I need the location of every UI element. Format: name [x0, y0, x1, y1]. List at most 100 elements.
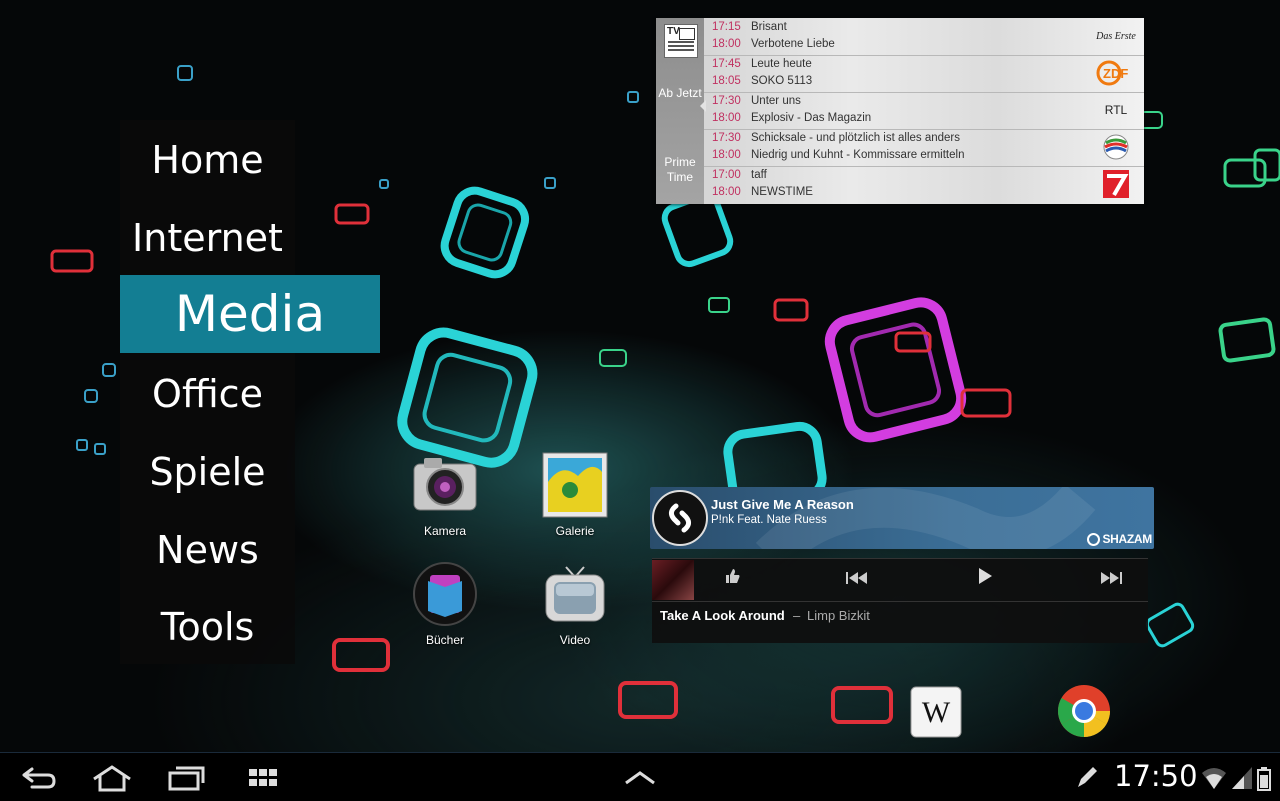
tv-show: Unter uns	[751, 95, 801, 107]
shazam-song-title: Just Give Me A Reason	[711, 497, 854, 512]
play-icon	[979, 568, 992, 584]
divider	[652, 601, 1148, 602]
wifi-icon	[1202, 768, 1226, 789]
menu-item-news[interactable]: News	[120, 515, 295, 585]
tv-show: Niedrig und Kuhnt - Kommissare ermitteln	[751, 149, 965, 161]
album-art[interactable]	[652, 560, 694, 600]
expand-up-button[interactable]	[620, 763, 664, 793]
tv-video-icon	[542, 561, 608, 627]
previous-icon	[846, 572, 867, 584]
tv-app-logo-icon[interactable]: TV	[664, 24, 698, 58]
app-label: Video	[559, 633, 591, 647]
grid-icon	[249, 769, 277, 786]
tv-show: Brisant	[751, 21, 787, 33]
back-button[interactable]	[18, 763, 62, 793]
tab-ab-jetzt[interactable]: Ab Jetzt	[656, 86, 704, 101]
app-kamera[interactable]: Kamera	[400, 452, 490, 538]
svg-text:ZDF: ZDF	[1103, 66, 1128, 81]
pen-icon	[1078, 767, 1097, 787]
tv-show: Leute heute	[751, 58, 812, 70]
prosieben-logo-icon	[1096, 170, 1136, 198]
tv-time: 17:15	[712, 21, 741, 33]
next-track-button[interactable]	[1096, 567, 1126, 593]
menu-item-home[interactable]: Home	[120, 125, 295, 195]
status-clock[interactable]: 17:50	[1114, 759, 1198, 793]
tab-prime-time[interactable]: Prime Time	[656, 155, 704, 185]
tv-time: 18:00	[712, 186, 741, 198]
svg-text:W: W	[922, 696, 951, 729]
tv-guide-sidebar: TV Ab Jetzt Prime Time	[656, 18, 704, 204]
tv-logo-text: TV	[667, 26, 680, 37]
tv-time: 18:00	[712, 149, 741, 161]
next-icon	[1101, 572, 1122, 584]
tv-time: 18:00	[712, 112, 741, 124]
tv-time: 17:30	[712, 95, 741, 107]
player-track-title: Take A Look Around	[660, 608, 785, 623]
wifi-status[interactable]	[1200, 763, 1230, 793]
shazam-song-artist: P!nk Feat. Nate Ruess	[711, 514, 827, 526]
menu-item-tools[interactable]: Tools	[120, 592, 295, 662]
sat1-logo-icon	[1096, 133, 1136, 161]
menu-item-internet[interactable]: Internet	[120, 203, 295, 273]
pen-button[interactable]	[1074, 763, 1102, 793]
home-button[interactable]	[90, 763, 134, 793]
thumbs-up-button[interactable]	[718, 567, 748, 593]
shazam-logo-icon[interactable]	[652, 490, 708, 546]
menu-item-office[interactable]: Office	[120, 359, 295, 429]
app-buecher[interactable]: Bücher	[400, 561, 490, 647]
tv-row[interactable]: 17:00 taff 18:00 NEWSTIME	[704, 166, 1144, 203]
tv-row[interactable]: 17:30 Unter uns 18:00 Explosiv - Das Magaz…	[704, 92, 1144, 130]
battery-status[interactable]	[1256, 763, 1276, 793]
recent-apps-icon	[168, 766, 205, 791]
tv-show: Verbotene Liebe	[751, 38, 835, 50]
tv-time: 17:45	[712, 58, 741, 70]
chrome-app[interactable]	[1056, 683, 1112, 743]
player-track-artist: Limp Bizkit	[807, 608, 870, 623]
tv-row[interactable]: 17:45 Leute heute 18:05 SOKO 5113 ZDF	[704, 55, 1144, 93]
tv-time: 17:00	[712, 169, 741, 181]
recent-apps-button[interactable]	[166, 763, 210, 793]
tv-row[interactable]: 17:15 Brisant 18:00 Verbotene Liebe Das Er…	[704, 18, 1144, 56]
tv-time: 18:05	[712, 75, 741, 87]
category-menu: Home Internet Media Office Spiele News T…	[120, 120, 380, 664]
signal-status[interactable]	[1230, 763, 1256, 793]
app-label: Galerie	[555, 524, 595, 538]
app-drawer-button[interactable]	[246, 763, 290, 793]
wikipedia-icon: W	[910, 686, 962, 738]
tv-guide-widget: TV Ab Jetzt Prime Time 17:15 Brisant 18:0…	[656, 18, 1144, 204]
camera-icon	[412, 452, 478, 518]
menu-item-media[interactable]: Media	[120, 275, 380, 353]
battery-icon	[1257, 767, 1271, 791]
tv-time: 17:30	[712, 132, 741, 144]
app-video[interactable]: Video	[530, 561, 620, 647]
menu-item-spiele[interactable]: Spiele	[120, 437, 295, 507]
previous-track-button[interactable]	[842, 567, 872, 593]
back-icon	[22, 767, 56, 789]
tv-time: 18:00	[712, 38, 741, 50]
shazam-brand: SHAZAM	[1087, 532, 1152, 546]
tv-show: taff	[751, 169, 767, 181]
tv-show: NEWSTIME	[751, 186, 813, 198]
home-icon	[93, 765, 131, 792]
tv-show: Explosiv - Das Magazin	[751, 112, 872, 124]
chrome-icon	[1058, 685, 1110, 737]
play-button[interactable]	[970, 567, 1000, 593]
gallery-icon	[542, 452, 608, 518]
system-navigation-bar: 17:50	[0, 752, 1280, 801]
zdf-logo-icon: ZDF	[1096, 59, 1136, 87]
chevron-up-icon	[625, 771, 655, 785]
signal-icon	[1232, 767, 1252, 789]
tv-show: SOKO 5113	[751, 75, 813, 87]
rtl-logo-icon: RTL	[1104, 103, 1128, 117]
shazam-widget[interactable]: Just Give Me A Reason P!nk Feat. Nate Ru…	[650, 487, 1154, 549]
books-icon	[412, 561, 478, 627]
app-label: Kamera	[423, 524, 467, 538]
thumbs-up-icon	[726, 569, 740, 583]
wikipedia-app[interactable]: W	[910, 686, 962, 742]
app-galerie[interactable]: Galerie	[530, 452, 620, 538]
player-separator: –	[793, 608, 801, 623]
tv-row[interactable]: 17:30 Schicksale - und plötzlich ist alle…	[704, 129, 1144, 167]
tv-show: Schicksale - und plötzlich ist alles and…	[751, 132, 961, 144]
app-label: Bücher	[425, 633, 465, 647]
music-player-widget: Take A Look Around – Limp Bizkit	[652, 558, 1148, 643]
